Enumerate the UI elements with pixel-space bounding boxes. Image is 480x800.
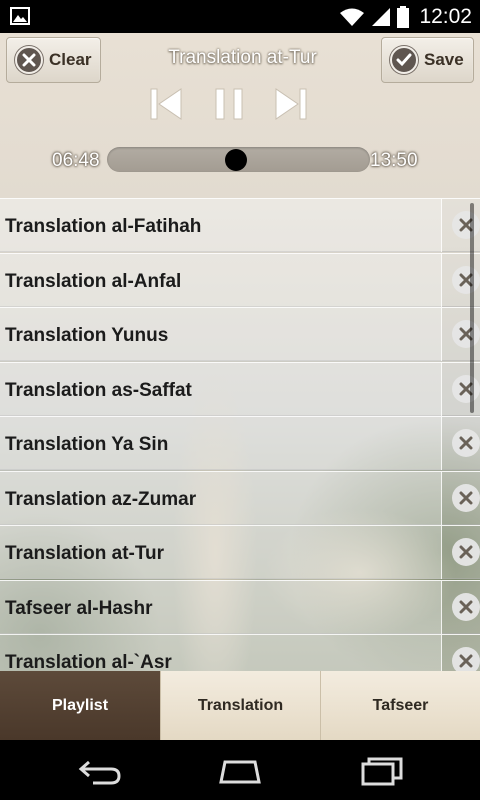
player-header: Clear Translation at-Tur Save 06:48 13:5… <box>0 33 480 198</box>
tab-bar: Playlist Translation Tafseer <box>0 671 480 740</box>
close-icon <box>452 592 480 621</box>
skip-next-icon <box>275 88 307 120</box>
signal-icon <box>372 8 391 26</box>
app-content: Clear Translation at-Tur Save 06:48 13:5… <box>0 33 480 740</box>
list-item-label: Translation al-`Asr <box>0 635 441 671</box>
remove-item-button[interactable] <box>441 417 480 470</box>
skip-previous-icon <box>150 88 182 120</box>
recent-apps-icon[interactable] <box>357 754 407 786</box>
pause-icon <box>215 88 243 120</box>
close-icon <box>452 265 480 294</box>
close-icon <box>452 374 480 403</box>
wifi-icon <box>340 8 365 26</box>
status-bar: 12:02 <box>0 0 480 33</box>
list-item[interactable]: Translation as-Saffat <box>0 361 480 416</box>
image-notification-icon <box>10 7 30 25</box>
clear-button-label: Clear <box>49 50 92 69</box>
current-time: 06:48 <box>52 150 100 171</box>
list-item[interactable]: Translation az-Zumar <box>0 470 480 525</box>
close-icon <box>452 211 480 239</box>
save-button-label: Save <box>424 50 464 69</box>
tab-playlist[interactable]: Playlist <box>0 671 160 740</box>
remove-item-button[interactable] <box>441 362 480 416</box>
remove-item-button[interactable] <box>441 580 480 634</box>
close-icon <box>452 647 480 671</box>
pause-button[interactable] <box>208 83 250 125</box>
save-button[interactable]: Save <box>381 37 474 83</box>
home-icon[interactable] <box>215 754 265 786</box>
close-icon <box>452 320 480 348</box>
remove-item-button[interactable] <box>441 253 480 307</box>
list-item[interactable]: Translation al-Fatihah <box>0 198 480 252</box>
list-item-label: Translation Yunus <box>0 308 441 361</box>
now-playing-title: Translation at-Tur <box>168 47 317 68</box>
remove-item-button[interactable] <box>441 471 480 525</box>
remove-item-button[interactable] <box>441 308 480 361</box>
list-item-label: Tafseer al-Hashr <box>0 580 441 634</box>
next-button[interactable] <box>270 83 312 125</box>
list-item-label: Translation al-Anfal <box>0 253 441 307</box>
list-item[interactable]: Translation at-Tur <box>0 525 480 579</box>
seek-bar[interactable] <box>107 147 370 172</box>
battery-icon <box>397 6 410 28</box>
list-item-label: Translation az-Zumar <box>0 471 441 525</box>
list-item-label: Translation al-Fatihah <box>0 199 441 252</box>
close-icon <box>452 429 480 457</box>
remove-item-button[interactable] <box>441 199 480 252</box>
total-time: 13:50 <box>370 150 418 171</box>
clear-button[interactable]: Clear <box>6 37 101 83</box>
list-item[interactable]: Translation Yunus <box>0 307 480 361</box>
list-item[interactable]: Translation al-Anfal <box>0 252 480 307</box>
seek-thumb[interactable] <box>225 149 247 171</box>
list-item[interactable]: Tafseer al-Hashr <box>0 579 480 634</box>
previous-button[interactable] <box>145 83 187 125</box>
playlist: Translation al-Fatihah Translation al-Anf… <box>0 198 480 671</box>
remove-item-button[interactable] <box>441 635 480 671</box>
close-icon <box>452 483 480 512</box>
scrollbar[interactable] <box>470 203 474 413</box>
list-item-label: Translation at-Tur <box>0 526 441 579</box>
status-time: 12:02 <box>419 5 472 28</box>
list-item-label: Translation as-Saffat <box>0 362 441 416</box>
list-item[interactable]: Translation Ya Sin <box>0 416 480 470</box>
checkmark-icon <box>390 46 418 74</box>
close-icon <box>15 46 43 74</box>
close-icon <box>452 538 480 566</box>
navigation-bar <box>0 740 480 800</box>
list-item-label: Translation Ya Sin <box>0 417 441 470</box>
tab-translation[interactable]: Translation <box>160 671 320 740</box>
remove-item-button[interactable] <box>441 526 480 579</box>
back-icon[interactable] <box>75 754 125 786</box>
tab-tafseer[interactable]: Tafseer <box>320 671 480 740</box>
list-item[interactable]: Translation al-`Asr <box>0 634 480 671</box>
